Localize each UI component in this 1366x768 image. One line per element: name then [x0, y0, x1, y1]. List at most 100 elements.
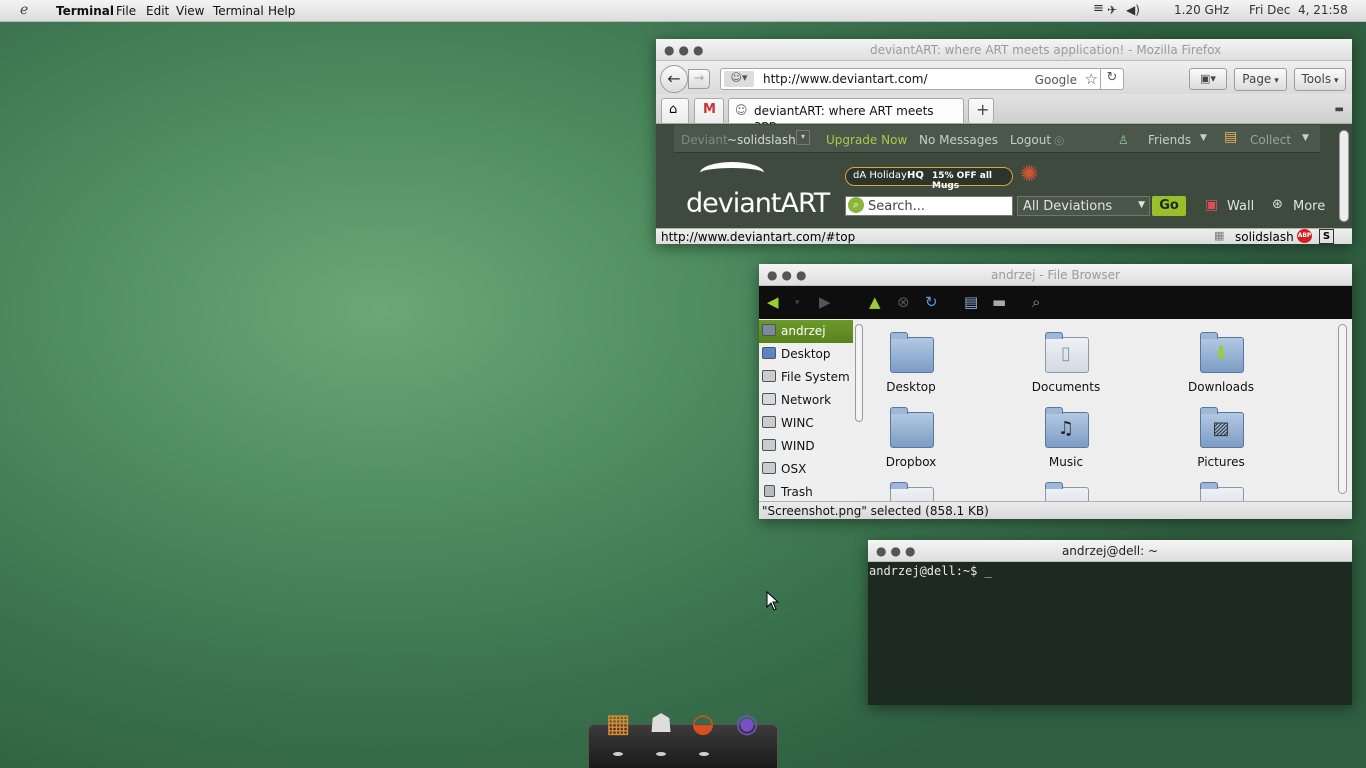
file-browser-titlebar[interactable]: ●●● andrzej - File Browser — [759, 264, 1352, 286]
folder-dropbox[interactable]: Dropbox — [868, 407, 966, 482]
dock-app-purple-creature-icon[interactable]: ◉ — [730, 707, 764, 741]
deviantart-logo[interactable]: deviantART — [686, 188, 830, 219]
sidebar-item-network[interactable]: Network — [759, 389, 853, 412]
menu-terminal[interactable]: Terminal — [213, 4, 264, 18]
menu-view[interactable]: View — [176, 4, 204, 18]
folder-pictures[interactable]: ▨ Pictures — [1166, 407, 1276, 482]
folder-label: Dropbox — [885, 455, 937, 469]
search-scope-select[interactable]: All Deviations ▼ — [1017, 196, 1150, 216]
reload-icon[interactable]: ↻ — [1100, 68, 1123, 90]
status-user-icon: ▦ — [1214, 229, 1225, 242]
chevron-down-icon: ▼ — [1200, 133, 1207, 143]
chevron-down-icon[interactable]: ▾ — [795, 298, 800, 308]
back-arrow-icon[interactable]: ◀ — [767, 293, 779, 311]
status-user: solidslash — [1235, 230, 1294, 244]
page-menu-button[interactable]: Page ▾ — [1234, 68, 1287, 91]
sidebar-item-label: File System — [781, 370, 850, 384]
back-button[interactable]: ← — [660, 65, 688, 93]
volume-icon[interactable]: ◀) — [1126, 3, 1140, 17]
forward-arrow-icon[interactable]: ▶ — [819, 293, 831, 311]
terminal-prompt[interactable]: andrzej@dell:~$ _ — [869, 564, 992, 578]
tab-deviantart[interactable]: ☺ deviantART: where ART meets app... — [728, 98, 964, 132]
promo-text-a: dA Holiday — [853, 170, 907, 181]
sidebar-item-file-system[interactable]: File System — [759, 366, 853, 389]
home-button[interactable]: ⌂ — [661, 98, 689, 123]
up-arrow-icon[interactable]: ▲ — [869, 293, 881, 311]
computer-icon[interactable]: ▬ — [992, 293, 1006, 311]
firefox-titlebar[interactable]: ●●● deviantART: where ART meets applicat… — [656, 39, 1352, 61]
folder-downloads[interactable]: ⬇ Downloads — [1166, 332, 1276, 407]
sidebar-item-label: Trash — [781, 485, 813, 499]
search-box[interactable]: ⌕ Search... — [845, 196, 1013, 216]
folder-partial[interactable] — [1166, 482, 1276, 501]
folder-music[interactable]: ♫ Music — [1011, 407, 1121, 482]
wall-link[interactable]: Wall — [1227, 199, 1254, 214]
sidebar-item-wind[interactable]: WIND — [759, 435, 853, 458]
search-icon[interactable]: ⌕ — [1032, 293, 1040, 311]
collect-menu[interactable]: Collect — [1250, 133, 1291, 147]
system-menu-icon[interactable]: ℯ — [20, 2, 28, 18]
stop-icon[interactable]: ⊗ — [897, 293, 910, 311]
search-go-button[interactable]: Go — [1152, 196, 1186, 216]
tab-gmail[interactable]: M — [694, 98, 724, 123]
chevron-down-icon: ▼ — [1302, 133, 1309, 143]
sidebar-item-osx[interactable]: OSX — [759, 458, 853, 481]
sidebar-item-label: WINC — [781, 416, 814, 430]
folder-partial[interactable] — [868, 482, 966, 501]
reload-icon[interactable]: ↻ — [925, 293, 938, 311]
folder-partial[interactable] — [1011, 482, 1121, 501]
terminal-titlebar[interactable]: ●●● andrzej@dell: ~ — [868, 540, 1352, 562]
dock-app-bookshelf-icon[interactable]: ▦ — [601, 707, 635, 741]
terminal-window: ●●● andrzej@dell: ~ andrzej@dell:~$ _ — [868, 540, 1352, 705]
more-link[interactable]: More — [1293, 199, 1325, 214]
folder-view-scrollbar[interactable] — [1338, 324, 1347, 494]
chevron-down-icon: ▾ — [1331, 76, 1339, 86]
folder-documents[interactable]: ▯ Documents — [1011, 332, 1121, 407]
dock-app-trooper-icon[interactable]: ☗ — [644, 707, 678, 741]
holiday-promo-banner[interactable]: dA Holiday HQ 15% OFF all Mugs — [845, 167, 1013, 191]
messages-link[interactable]: No Messages — [919, 133, 998, 147]
adblock-icon[interactable]: ABP — [1297, 229, 1312, 243]
bookmark-star-icon[interactable]: ☆ — [1085, 70, 1098, 88]
url-text[interactable]: http://www.deviantart.com/ — [763, 72, 928, 86]
folder-label: Music — [1048, 455, 1084, 469]
forward-button[interactable]: → — [688, 69, 710, 89]
deviantart-favicon-icon: ☺ — [735, 103, 748, 117]
sidebar-item-desktop[interactable]: Desktop — [759, 343, 853, 366]
folder-icon — [1045, 482, 1089, 501]
new-tab-button[interactable]: + — [968, 98, 994, 123]
window-controls[interactable]: ●●● — [664, 43, 707, 57]
home-folder-icon[interactable]: ▤ — [964, 293, 978, 311]
folder-desktop[interactable]: Desktop — [868, 332, 966, 407]
file-browser-window: ●●● andrzej - File Browser ◀ ▾ ▶ ▲ ⊗ ↻ ▤… — [759, 264, 1352, 519]
menu-edit[interactable]: Edit — [146, 4, 169, 18]
friends-menu[interactable]: Friends — [1148, 133, 1191, 147]
cpu-frequency[interactable]: 1.20 GHz — [1174, 3, 1229, 17]
user-menu-chevron-icon[interactable]: ▾ — [796, 130, 810, 145]
folder-label: Desktop — [886, 380, 936, 394]
tray-menu-icon[interactable]: ≡ — [1093, 1, 1104, 16]
page-scrollbar[interactable] — [1339, 130, 1349, 222]
forward-arrow-icon: → — [693, 71, 705, 86]
menu-help[interactable]: Help — [268, 4, 295, 18]
username-link[interactable]: ~solidslash — [727, 133, 796, 147]
desktop-icon — [762, 347, 776, 359]
page-menu-label: Page — [1242, 72, 1272, 86]
addon-s-icon[interactable]: S — [1319, 229, 1334, 244]
upgrade-link[interactable]: Upgrade Now — [826, 133, 907, 147]
tab-list-icon[interactable]: ▬ — [1335, 104, 1344, 115]
network-disabled-icon[interactable]: ✈ — [1107, 3, 1117, 17]
sidebar-item-andrzej[interactable]: andrzej — [759, 320, 853, 343]
clock[interactable]: Fri Dec 4, 21:58 — [1249, 3, 1348, 17]
site-identity-icon[interactable]: ☺▾ — [724, 71, 754, 87]
back-arrow-icon: ← — [667, 69, 681, 88]
menu-file[interactable]: File — [116, 4, 136, 18]
chevron-down-icon: ▼ — [1138, 200, 1145, 210]
dock-app-cauldron-icon[interactable]: ◒ — [686, 707, 720, 741]
sidebar-item-winc[interactable]: WINC — [759, 412, 853, 435]
url-bar[interactable]: ☺▾ http://www.deviantart.com/ Google ☆ ↻ — [720, 68, 1124, 90]
tools-menu-button[interactable]: Tools ▾ — [1294, 68, 1346, 91]
sidebar-scrollbar[interactable] — [855, 324, 863, 422]
sidebar-toggle-button[interactable]: ▣▾ — [1189, 68, 1227, 90]
logout-link[interactable]: Logout — [1010, 133, 1051, 147]
